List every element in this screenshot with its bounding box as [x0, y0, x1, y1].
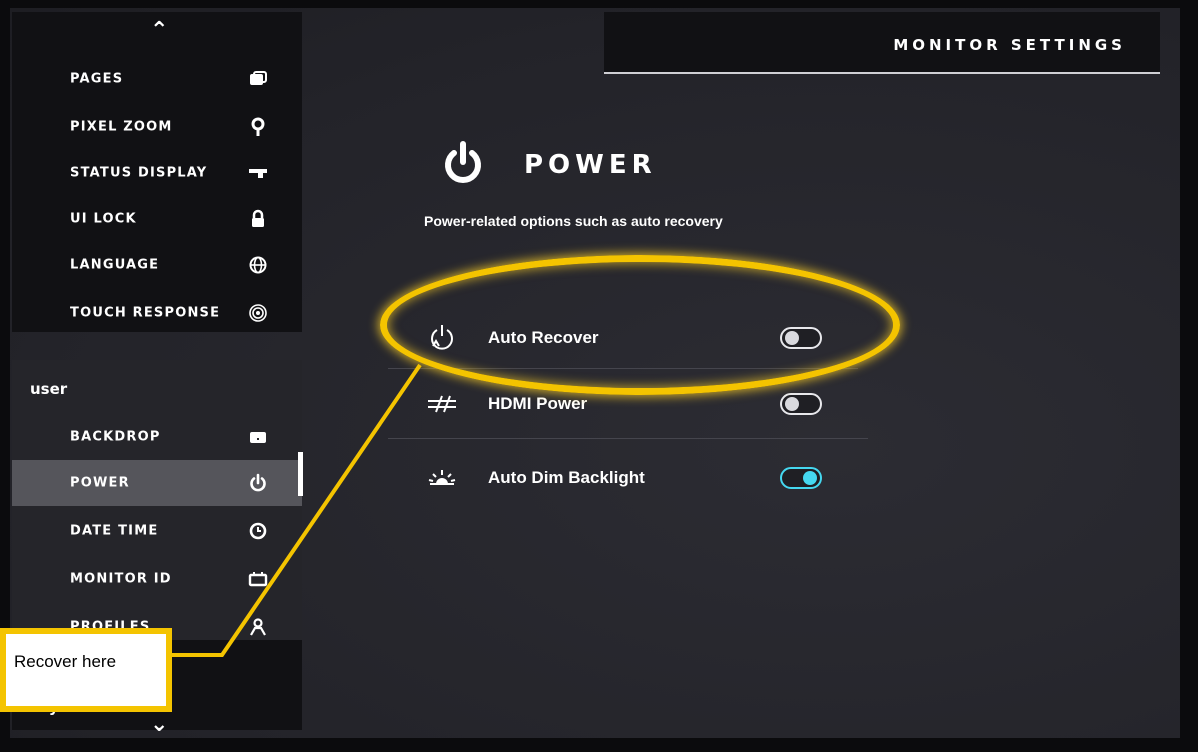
- touch-ripple-icon: [249, 304, 267, 322]
- callout-text: Recover here: [14, 652, 117, 671]
- power-icon: [250, 473, 266, 492]
- setting-label: Auto Dim Backlight: [488, 468, 645, 487]
- sidebar-item-ui-lock[interactable]: UI LOCK: [12, 196, 302, 242]
- sidebar-item-label: MONITOR ID: [70, 571, 172, 587]
- scroll-down-icon[interactable]: ⌄: [150, 712, 168, 737]
- monitor-id-icon: [248, 572, 268, 587]
- globe-icon: [249, 256, 267, 274]
- status-bar-icon: [249, 169, 267, 178]
- sidebar-item-backdrop[interactable]: BACKDROP: [12, 414, 302, 460]
- sidebar-item-label: DATE TIME: [70, 523, 159, 539]
- sidebar-item-power[interactable]: POWER: [12, 460, 302, 506]
- sidebar-item-language[interactable]: LANGUAGE: [12, 242, 302, 288]
- power-title-icon: [445, 141, 481, 183]
- sidebar-item-label: STATUS DISPLAY: [70, 165, 208, 181]
- sidebar-item-touch-response[interactable]: TOUCH RESPONSE: [12, 290, 302, 336]
- backlight-icon: [428, 470, 456, 485]
- profiles-icon: [250, 618, 266, 636]
- toggle-knob: [803, 471, 817, 485]
- setting-row-auto-dim-backlight[interactable]: Auto Dim Backlight: [388, 448, 858, 508]
- backdrop-icon: [250, 432, 266, 443]
- setting-label: HDMI Power: [488, 394, 588, 413]
- sidebar-item-label: LANGUAGE: [70, 257, 160, 273]
- callout-box: Recover here: [0, 628, 172, 712]
- hdmi-power-toggle[interactable]: [780, 393, 822, 415]
- page-header-title: MONITOR SETTINGS: [893, 36, 1126, 54]
- location-pin-icon: [251, 117, 265, 136]
- sidebar-item-pixel-zoom[interactable]: PIXEL ZOOM: [12, 104, 302, 150]
- sidebar-item-label: PIXEL ZOOM: [70, 119, 173, 135]
- sidebar-item-label: POWER: [70, 475, 130, 491]
- lock-icon: [252, 209, 264, 227]
- highlight-ellipse: [380, 255, 900, 395]
- sidebar-item-label: BACKDROP: [70, 429, 161, 445]
- sidebar-item-date-time[interactable]: DATE TIME: [12, 508, 302, 554]
- section-label-user: user: [30, 380, 68, 398]
- sidebar-item-pages[interactable]: PAGES: [12, 56, 302, 102]
- clock-icon: [249, 522, 267, 540]
- sidebar-item-monitor-id[interactable]: MONITOR ID: [12, 556, 302, 602]
- toggle-knob: [785, 397, 799, 411]
- scroll-up-icon[interactable]: ⌃: [150, 18, 168, 43]
- sidebar-item-label: PAGES: [70, 71, 124, 87]
- row-divider: [388, 438, 868, 439]
- sidebar-item-label: TOUCH RESPONSE: [70, 305, 221, 321]
- header-bar: MONITOR SETTINGS: [604, 12, 1160, 74]
- hdmi-power-icon: [428, 395, 456, 413]
- sidebar-item-label: UI LOCK: [70, 211, 137, 227]
- pages-icon: [250, 71, 267, 85]
- sidebar-item-status-display[interactable]: STATUS DISPLAY: [12, 150, 302, 196]
- active-indicator: [298, 452, 303, 496]
- page-title: POWER: [524, 150, 657, 180]
- page-description: Power-related options such as auto recov…: [424, 213, 723, 229]
- auto-dim-backlight-toggle[interactable]: [780, 467, 822, 489]
